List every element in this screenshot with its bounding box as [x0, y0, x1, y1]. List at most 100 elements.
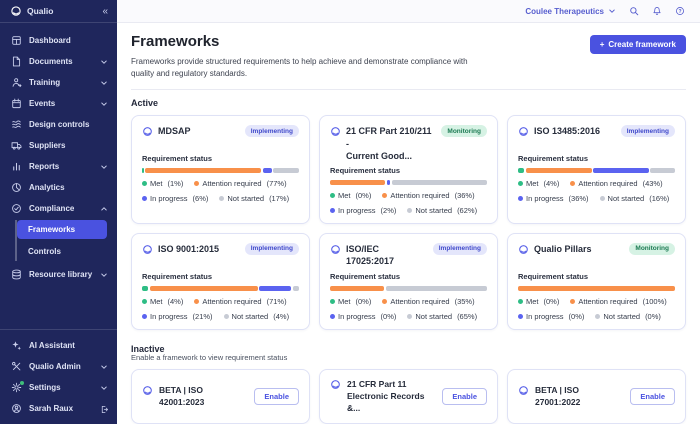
divider [131, 89, 686, 90]
logout-icon[interactable] [100, 405, 108, 413]
legend-row: In progress(36%) Not started(16%) [518, 194, 675, 203]
chevron-down-icon [100, 384, 108, 392]
chevron-up-icon [100, 205, 108, 213]
help-icon[interactable]: ? [675, 6, 685, 16]
legend-row: In progress(21%) Not started(4%) [142, 312, 299, 321]
brand-name: Qualio [27, 6, 53, 16]
status-badge: Implementing [433, 243, 487, 255]
chevron-down-icon [100, 100, 108, 108]
requirement-status-label: Requirement status [330, 272, 487, 281]
sidebar-item-events[interactable]: Events [0, 93, 117, 114]
sidebar-item-frameworks[interactable]: Frameworks [17, 220, 107, 239]
gear-icon [11, 382, 22, 393]
chevron-down-icon [100, 271, 108, 279]
dashboard-icon [11, 35, 22, 46]
qualio-framework-icon [330, 244, 341, 255]
enable-button[interactable]: Enable [442, 388, 487, 405]
sidebar-item-settings[interactable]: Settings [0, 377, 117, 398]
qualio-logo-icon [10, 5, 22, 17]
sidebar-item-suppliers[interactable]: Suppliers [0, 135, 117, 156]
sidebar: Qualio « Dashboard Documents Training Ev… [0, 0, 117, 424]
inactive-card-iso-42001[interactable]: BETA | ISO 42001:2023 Enable [131, 369, 310, 424]
status-badge: Monitoring [629, 243, 675, 255]
framework-title: ISO 9001:2015 [158, 243, 240, 269]
truck-icon [11, 140, 22, 151]
framework-title: BETA | ISO 42001:2023 [159, 384, 248, 409]
org-switcher[interactable]: Coulee Therapeutics [525, 7, 616, 16]
sidebar-item-design-controls[interactable]: Design controls [0, 114, 117, 135]
legend-row: Met(4%) Attention required(43%) [518, 179, 675, 188]
qualio-framework-icon [518, 244, 529, 255]
create-framework-button[interactable]: + Create framework [590, 35, 686, 54]
inactive-card-21-cfr-part-11[interactable]: 21 CFR Part 11Electronic Records &... En… [319, 369, 498, 424]
notifications-bell-icon[interactable] [652, 6, 662, 16]
framework-card-mdsap[interactable]: MDSAP Implementing Requirement status Me… [131, 115, 310, 224]
document-icon [11, 56, 22, 67]
requirement-status-label: Requirement status [518, 272, 675, 281]
framework-card-iso-13485[interactable]: ISO 13485:2016 Implementing Requirement … [507, 115, 686, 224]
sidebar-item-controls[interactable]: Controls [17, 242, 107, 261]
status-badge: Implementing [245, 125, 299, 137]
sidebar-item-training[interactable]: Training [0, 72, 117, 93]
requirement-status-label: Requirement status [518, 154, 675, 163]
topbar: Coulee Therapeutics ? [117, 0, 700, 23]
bar-chart-icon [11, 161, 22, 172]
requirement-status-label: Requirement status [142, 272, 299, 281]
framework-title: MDSAP [158, 125, 240, 151]
framework-card-iso-iec-17025[interactable]: ISO/IEC 17025:2017 Implementing Requirem… [319, 233, 498, 330]
calendar-icon [11, 98, 22, 109]
requirement-status-label: Requirement status [330, 166, 487, 175]
chevron-down-icon [608, 7, 616, 15]
legend-row: In progress(6%) Not started(17%) [142, 194, 299, 203]
sidebar-footer: AI Assistant Qualio Admin Settings Sarah… [0, 329, 117, 424]
svg-text:?: ? [678, 9, 681, 15]
sidebar-item-dashboard[interactable]: Dashboard [0, 30, 117, 51]
qualio-framework-icon [142, 385, 153, 396]
sidebar-item-resource-library[interactable]: Resource library [0, 264, 117, 285]
sidebar-item-documents[interactable]: Documents [0, 51, 117, 72]
framework-card-qualio-pillars[interactable]: Qualio Pillars Monitoring Requirement st… [507, 233, 686, 330]
chevron-down-icon [100, 363, 108, 371]
requirement-status-bar [518, 168, 675, 173]
sidebar-item-user[interactable]: Sarah Raux [0, 398, 117, 419]
sidebar-item-reports[interactable]: Reports [0, 156, 117, 177]
sidebar-item-qualio-admin[interactable]: Qualio Admin [0, 356, 117, 377]
framework-card-iso-9001[interactable]: ISO 9001:2015 Implementing Requirement s… [131, 233, 310, 330]
legend-row: In progress(0%) Not started(0%) [518, 312, 675, 321]
enable-button[interactable]: Enable [254, 388, 299, 405]
database-icon [11, 269, 22, 280]
page-content: Frameworks Frameworks provide structured… [117, 23, 700, 424]
qualio-framework-icon [330, 126, 341, 137]
enable-button[interactable]: Enable [630, 388, 675, 405]
notification-dot [20, 381, 24, 385]
framework-title: ISO 13485:2016 [534, 125, 616, 151]
page-title: Frameworks [131, 33, 479, 50]
collapse-sidebar-icon[interactable]: « [102, 6, 108, 17]
main-area: Coulee Therapeutics ? Frameworks Framewo… [117, 0, 700, 424]
inactive-card-iso-27001[interactable]: BETA | ISO 27001:2022 Enable [507, 369, 686, 424]
user-circle-icon [11, 403, 22, 414]
active-section-title: Active [131, 98, 686, 108]
legend-row: Met(1%) Attention required(77%) [142, 179, 299, 188]
sidebar-item-analytics[interactable]: Analytics [0, 177, 117, 198]
framework-title: 21 CFR Part 11Electronic Records &... [347, 378, 436, 415]
sidebar-nav: Dashboard Documents Training Events Desi… [0, 23, 117, 329]
legend-row: In progress(2%) Not started(62%) [330, 206, 487, 215]
requirement-status-label: Requirement status [142, 154, 299, 163]
layers-wave-icon [11, 119, 22, 130]
page-description: Frameworks provide structured requiremen… [131, 56, 479, 80]
requirement-status-bar [518, 286, 675, 291]
status-badge: Implementing [621, 125, 675, 137]
chevron-down-icon [100, 58, 108, 66]
requirement-status-bar [142, 168, 299, 173]
requirement-status-bar [142, 286, 299, 291]
legend-row: Met(4%) Attention required(71%) [142, 297, 299, 306]
framework-card-21-cfr-210-211[interactable]: 21 CFR Part 210/211 -Current Good... Mon… [319, 115, 498, 224]
framework-title: 21 CFR Part 210/211 -Current Good... [346, 125, 436, 163]
qualio-framework-icon [330, 379, 341, 390]
search-icon[interactable] [629, 6, 639, 16]
requirement-status-bar [330, 286, 487, 291]
sidebar-item-ai-assistant[interactable]: AI Assistant [0, 335, 117, 356]
sidebar-item-compliance[interactable]: Compliance [0, 198, 117, 219]
qualio-framework-icon [518, 126, 529, 137]
